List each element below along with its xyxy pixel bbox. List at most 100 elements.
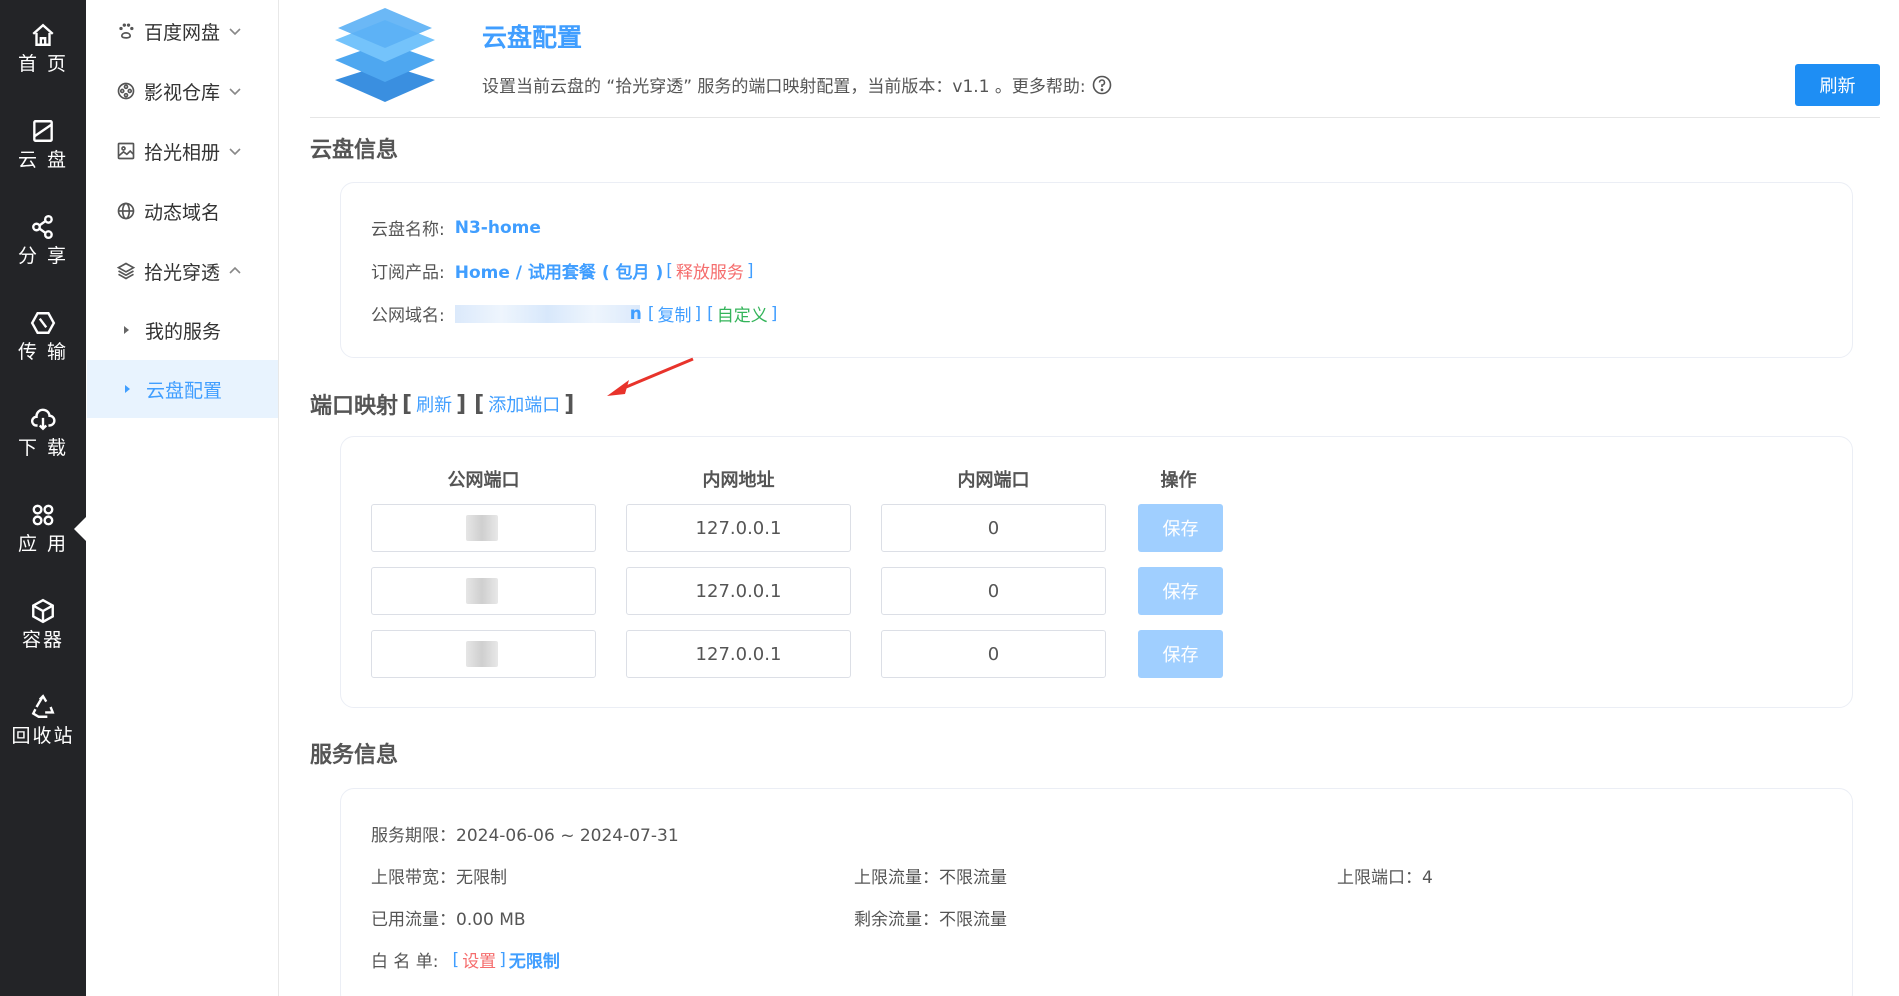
chevron-up-icon xyxy=(229,266,241,274)
custom-domain-link[interactable]: 自定义 xyxy=(717,301,768,326)
domain-label: 公网域名: xyxy=(371,306,445,326)
disk-info-card: 云盘名称: N3-home 订阅产品: Home / 试用套餐 ( 包月 ) [… xyxy=(340,182,1853,358)
disk-name-value: N3-home xyxy=(454,217,541,238)
domain-tail: n xyxy=(629,303,642,324)
download-icon xyxy=(30,408,56,431)
rail-item-container[interactable]: 容器 xyxy=(0,584,86,664)
rail-item-home[interactable]: 首 页 xyxy=(0,8,86,88)
recycle-icon xyxy=(31,694,55,718)
bracket: ] xyxy=(694,303,702,324)
sidebar-item-label: 拾光相册 xyxy=(144,141,221,164)
inner-address-input[interactable] xyxy=(626,504,851,552)
chevron-down-icon xyxy=(229,88,241,96)
bracket: ] xyxy=(564,391,575,417)
bracket: [ xyxy=(474,391,485,417)
port-mapping-title-row: 端口映射 [ 刷新 ] [ 添加端口 ] xyxy=(310,388,578,420)
layers-icon xyxy=(116,262,136,280)
remaining-traffic: 剩余流量：不限流量 xyxy=(854,910,1007,930)
bracket: [ xyxy=(707,303,714,324)
service-period: 服务期限：2024-06-06 ~ 2024-07-31 xyxy=(371,826,679,846)
save-button[interactable]: 保存 xyxy=(1138,504,1223,552)
whitelist-set-link[interactable]: 设置 xyxy=(462,947,496,972)
copy-domain-link[interactable]: 复制 xyxy=(657,301,691,326)
rail-label: 容器 xyxy=(21,629,64,651)
bracket: [ xyxy=(402,391,413,417)
chevron-down-icon xyxy=(229,148,241,156)
sidebar-item-label: 拾光穿透 xyxy=(144,261,221,284)
traffic-limit: 上限流量：不限流量 xyxy=(854,868,1007,888)
save-button[interactable]: 保存 xyxy=(1138,567,1223,615)
bracket: [ xyxy=(647,303,655,324)
share-icon xyxy=(32,214,53,240)
paw-icon xyxy=(119,23,134,39)
container-icon xyxy=(32,598,54,624)
help-icon[interactable] xyxy=(1092,75,1112,95)
apps-icon xyxy=(32,504,54,526)
domain-row: 公网域名: n [ 复制 ] [ 自定义 ] xyxy=(371,301,780,327)
bullet-icon xyxy=(125,385,130,393)
sidebar-sub-my-service[interactable]: 我的服务 xyxy=(86,301,279,359)
rail-label: 云 盘 xyxy=(17,149,69,171)
sidebar-item-baidu[interactable]: 百度网盘 xyxy=(86,2,279,60)
app-sidebar: 百度网盘 影视仓库 拾光相册 动态域名 拾光穿透 我的服务 云盘配置 xyxy=(86,0,279,996)
page-description: 设置当前云盘的 “拾光穿透” 服务的端口映射配置，当前版本：v1.1 。更多帮助… xyxy=(482,72,1112,97)
bracket: [ xyxy=(452,949,460,970)
main-content: 云盘配置 设置当前云盘的 “拾光穿透” 服务的端口映射配置，当前版本：v1.1 … xyxy=(280,0,1899,996)
bracket: ] xyxy=(499,949,506,970)
transfer-icon xyxy=(30,312,56,334)
rail-label: 回收站 xyxy=(11,725,75,747)
sidebar-sub-disk-config[interactable]: 云盘配置 xyxy=(87,360,278,418)
inner-port-input[interactable] xyxy=(881,504,1106,552)
inner-port-input[interactable] xyxy=(881,567,1106,615)
film-reel-icon xyxy=(117,82,135,100)
service-info-card xyxy=(340,788,1853,996)
disk-icon xyxy=(33,120,53,142)
header-divider xyxy=(310,117,1880,118)
main-nav-rail: 首 页 云 盘 分 享 传 输 下 载 应 用 容器 回收站 xyxy=(0,0,87,996)
rail-item-disk[interactable]: 云 盘 xyxy=(0,104,86,184)
masked-port xyxy=(466,641,498,667)
disk-name-label: 云盘名称: xyxy=(371,220,445,240)
sidebar-item-penetration[interactable]: 拾光穿透 xyxy=(86,242,279,300)
whitelist-row: 白 名 单: [ 设置 ] 无限制 xyxy=(371,947,560,973)
used-traffic: 已用流量：0.00 MB xyxy=(371,910,526,930)
bracket: ] xyxy=(746,260,754,281)
stack-logo-icon xyxy=(335,8,435,102)
disk-name-row: 云盘名称: N3-home xyxy=(371,215,541,241)
col-header-inner-address: 内网地址 xyxy=(702,470,775,491)
sidebar-item-album[interactable]: 拾光相册 xyxy=(86,122,279,180)
whitelist-value: 无限制 xyxy=(508,952,560,972)
bandwidth-limit: 上限带宽：无限制 xyxy=(371,868,507,888)
inner-address-input[interactable] xyxy=(626,630,851,678)
bracket: ] xyxy=(456,391,467,417)
product-row: 订阅产品: Home / 试用套餐 ( 包月 ) [ 释放服务 ] xyxy=(371,258,757,284)
bracket: ] xyxy=(770,303,778,324)
whitelist-label: 白 名 单: xyxy=(371,952,439,972)
inner-address-input[interactable] xyxy=(626,567,851,615)
red-arrow-annotation xyxy=(607,357,694,396)
sidebar-item-video[interactable]: 影视仓库 xyxy=(86,62,279,120)
rail-label: 下 载 xyxy=(17,437,69,459)
refresh-button[interactable]: 刷新 xyxy=(1795,64,1880,106)
col-header-inner-port: 内网端口 xyxy=(957,470,1030,491)
rail-item-share[interactable]: 分 享 xyxy=(0,200,86,280)
sidebar-item-label: 百度网盘 xyxy=(144,21,221,44)
product-value: Home / 试用套餐 ( 包月 ) xyxy=(454,263,664,283)
rail-item-recycle[interactable]: 回收站 xyxy=(0,680,86,760)
masked-port xyxy=(466,515,498,541)
service-info-title: 服务信息 xyxy=(310,743,399,768)
inner-port-input[interactable] xyxy=(881,630,1106,678)
chevron-down-icon xyxy=(229,28,241,36)
save-button[interactable]: 保存 xyxy=(1138,630,1223,678)
sidebar-item-ddns[interactable]: 动态域名 xyxy=(86,182,279,240)
port-refresh-link[interactable]: 刷新 xyxy=(416,391,452,417)
col-header-public-port: 公网端口 xyxy=(447,470,520,491)
description-text: 设置当前云盘的 “拾光穿透” 服务的端口映射配置，当前版本：v1.1 。更多帮助… xyxy=(482,77,1086,97)
add-port-link[interactable]: 添加端口 xyxy=(488,391,560,417)
product-label: 订阅产品: xyxy=(371,263,445,283)
rail-item-transfer[interactable]: 传 输 xyxy=(0,296,86,376)
release-service-link[interactable]: 释放服务 xyxy=(676,258,744,283)
port-mapping-title: 端口映射 xyxy=(310,394,399,419)
sidebar-item-label: 动态域名 xyxy=(144,201,221,224)
rail-item-download[interactable]: 下 载 xyxy=(0,392,86,472)
